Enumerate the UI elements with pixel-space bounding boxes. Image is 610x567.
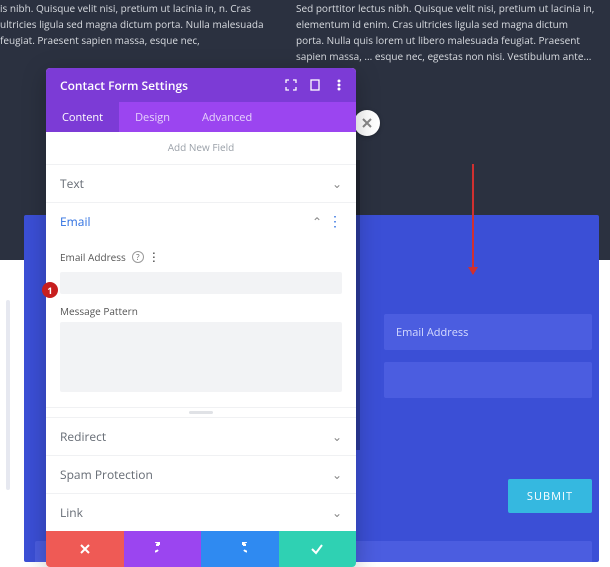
section-redirect[interactable]: Redirect ⌄ bbox=[46, 417, 356, 455]
message-pattern-input[interactable] bbox=[60, 322, 342, 392]
tab-advanced[interactable]: Advanced bbox=[186, 102, 268, 132]
section-spam[interactable]: Spam Protection ⌄ bbox=[46, 455, 356, 493]
form-email-placeholder: Email Address bbox=[396, 325, 468, 340]
more-icon[interactable] bbox=[332, 78, 346, 92]
field-options-icon[interactable]: ⋮ bbox=[148, 251, 160, 263]
modal-body: Add New Field Text ⌄ Email ⌃ ⋮ Email Add… bbox=[46, 132, 356, 531]
submit-button[interactable]: SUBMIT bbox=[508, 479, 592, 513]
check-icon bbox=[310, 542, 324, 556]
module-close-button[interactable] bbox=[354, 110, 380, 136]
section-email[interactable]: Email ⌃ ⋮ bbox=[46, 202, 356, 240]
add-new-field[interactable]: Add New Field bbox=[46, 132, 356, 164]
dark-text-left: is nibh. Quisque velit nisi, pretium ut … bbox=[0, 0, 280, 48]
annotation-badge-1: 1 bbox=[42, 282, 58, 298]
message-pattern-label: Message Pattern bbox=[60, 304, 138, 318]
modal-footer bbox=[46, 531, 356, 567]
close-icon bbox=[361, 117, 373, 129]
section-text[interactable]: Text ⌄ bbox=[46, 164, 356, 202]
modal-header[interactable]: Contact Form Settings bbox=[46, 68, 356, 102]
email-address-label: Email Address bbox=[60, 250, 126, 264]
tab-content[interactable]: Content bbox=[46, 102, 119, 132]
modal-title: Contact Form Settings bbox=[60, 77, 188, 94]
close-icon bbox=[78, 542, 92, 556]
chevron-down-icon: ⌄ bbox=[332, 504, 342, 521]
discard-button[interactable] bbox=[46, 531, 124, 567]
form-field-2[interactable] bbox=[384, 362, 592, 398]
modal-tabs: Content Design Advanced bbox=[46, 102, 356, 132]
section-email-content: Email Address ? ⋮ Message Pattern bbox=[46, 240, 356, 407]
redo-icon bbox=[233, 542, 247, 556]
undo-button[interactable] bbox=[124, 531, 202, 567]
save-button[interactable] bbox=[279, 531, 357, 567]
annotation-arrow bbox=[472, 164, 474, 274]
undo-icon bbox=[155, 542, 169, 556]
section-link[interactable]: Link ⌄ bbox=[46, 493, 356, 531]
redo-button[interactable] bbox=[201, 531, 279, 567]
expand-icon[interactable] bbox=[284, 78, 298, 92]
section-more-icon[interactable]: ⋮ bbox=[328, 215, 342, 229]
editor-rail bbox=[6, 300, 10, 490]
chevron-down-icon: ⌄ bbox=[332, 175, 342, 192]
settings-modal: Contact Form Settings Content Design Adv… bbox=[46, 68, 356, 567]
dark-text-right: Sed porttitor lectus nibh. Quisque velit… bbox=[296, 0, 596, 64]
chevron-down-icon: ⌄ bbox=[332, 466, 342, 483]
section-resize-handle[interactable] bbox=[46, 407, 356, 417]
tab-design[interactable]: Design bbox=[119, 102, 186, 132]
help-icon[interactable]: ? bbox=[132, 251, 144, 263]
page-left-gutter bbox=[0, 268, 24, 562]
chevron-down-icon: ⌄ bbox=[332, 428, 342, 445]
email-address-input[interactable] bbox=[60, 272, 342, 294]
form-email-field[interactable]: Email Address bbox=[384, 314, 592, 350]
chevron-up-icon: ⌃ bbox=[312, 213, 322, 230]
snap-icon[interactable] bbox=[308, 78, 322, 92]
